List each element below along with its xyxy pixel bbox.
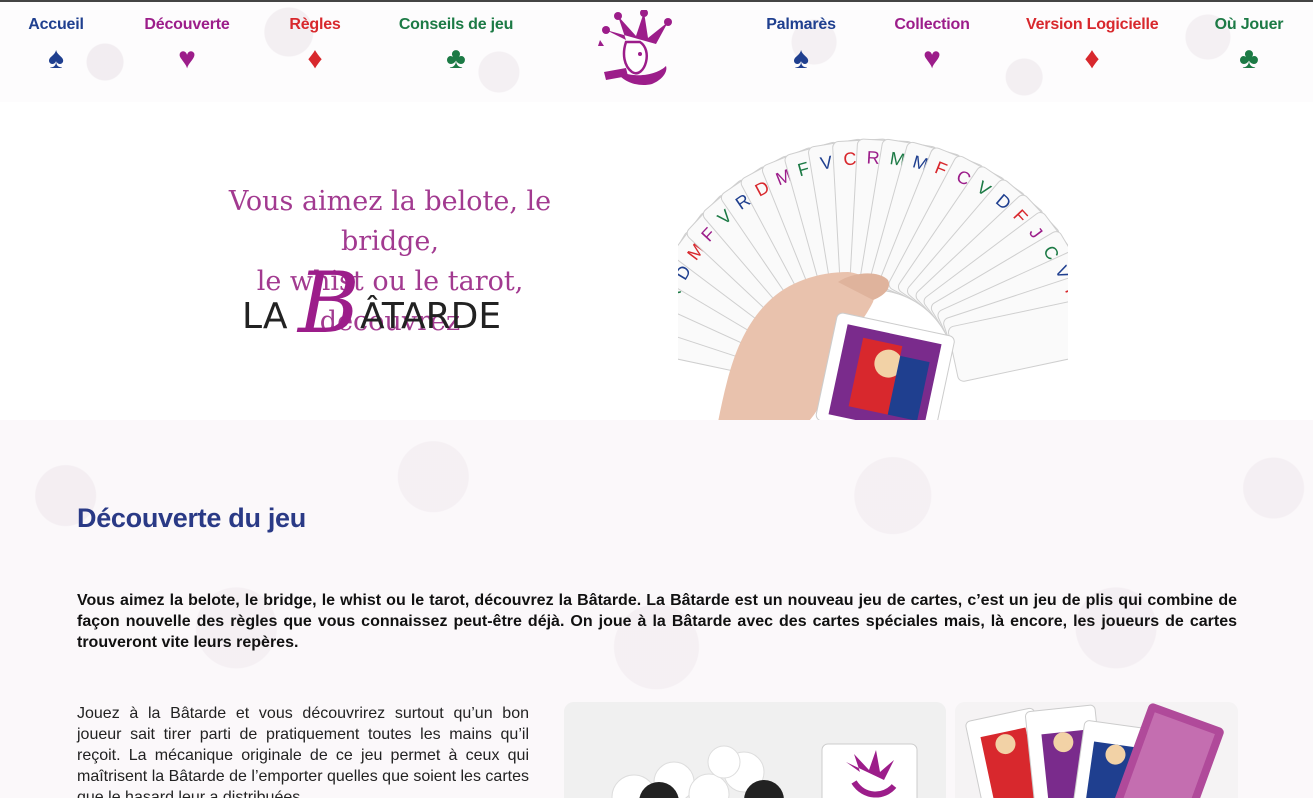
heart-icon: ♥ (923, 42, 941, 75)
jester-logo-icon[interactable] (596, 10, 678, 90)
fan-card-letter: C (843, 149, 857, 170)
spade-icon: ♠ (48, 42, 64, 75)
heart-icon: ♥ (178, 42, 196, 75)
nav-conseils-de-jeu[interactable]: Conseils de jeu ♣ (398, 16, 514, 74)
diamond-icon: ♦ (1084, 42, 1100, 75)
la-batarde-logo: LA B ÂTARDE (242, 262, 501, 342)
card-fan-photo: CVRDMFVRDMFVCRMMFCVDFJCVRJ (678, 138, 1068, 422)
hero-banner: Vous aimez la belote, le bridge, le whis… (0, 102, 1313, 422)
nav-decouverte-label: Découverte (144, 16, 230, 33)
nav-palmares-label: Palmarès (766, 16, 836, 33)
brand-rest: ÂTARDE (360, 295, 501, 337)
section-title: Découverte du jeu (77, 503, 306, 533)
diamond-icon: ♦ (307, 42, 323, 75)
nav-ou-jouer[interactable]: Où Jouer ♣ (1212, 16, 1286, 74)
tagline-line-1: Vous aimez la belote, le bridge, (228, 186, 552, 257)
brand-la: LA (242, 296, 288, 337)
nav-decouverte[interactable]: Découverte ♥ (140, 16, 234, 74)
cards-illustration (955, 702, 1238, 798)
nav-accueil[interactable]: Accueil ♠ (24, 16, 88, 74)
club-icon: ♣ (446, 42, 466, 75)
nav-version-label: Version Logicielle (1026, 16, 1159, 33)
club-icon: ♣ (1239, 42, 1259, 75)
nav-regles[interactable]: Règles ♦ (284, 16, 346, 74)
playing-cards-photo (955, 702, 1238, 798)
discovery-section: Découverte du jeu Vous aimez la belote, … (0, 420, 1313, 798)
brand-b: B (296, 262, 360, 342)
intro-paragraph: Vous aimez la belote, le bridge, le whis… (77, 592, 1237, 651)
nav-collection[interactable]: Collection ♥ (892, 16, 972, 74)
nav-ou-jouer-label: Où Jouer (1214, 16, 1284, 33)
tokens-illustration (564, 702, 946, 798)
nav-version-logicielle[interactable]: Version Logicielle ♦ (1026, 16, 1159, 75)
spade-icon: ♠ (793, 42, 809, 75)
nav-accueil-label: Accueil (28, 16, 84, 33)
nav-palmares[interactable]: Palmarès ♠ (764, 16, 838, 74)
body-paragraph: Jouez à la Bâtarde et vous découvrirez s… (77, 705, 529, 798)
game-tokens-photo (564, 702, 946, 798)
nav-collection-label: Collection (894, 16, 970, 33)
fan-card-letter: R (866, 147, 880, 168)
nav-conseils-label: Conseils de jeu (398, 16, 514, 33)
site-header: Accueil ♠ Découverte ♥ Règles ♦ Conseils… (0, 2, 1313, 102)
nav-regles-label: Règles (289, 16, 341, 33)
